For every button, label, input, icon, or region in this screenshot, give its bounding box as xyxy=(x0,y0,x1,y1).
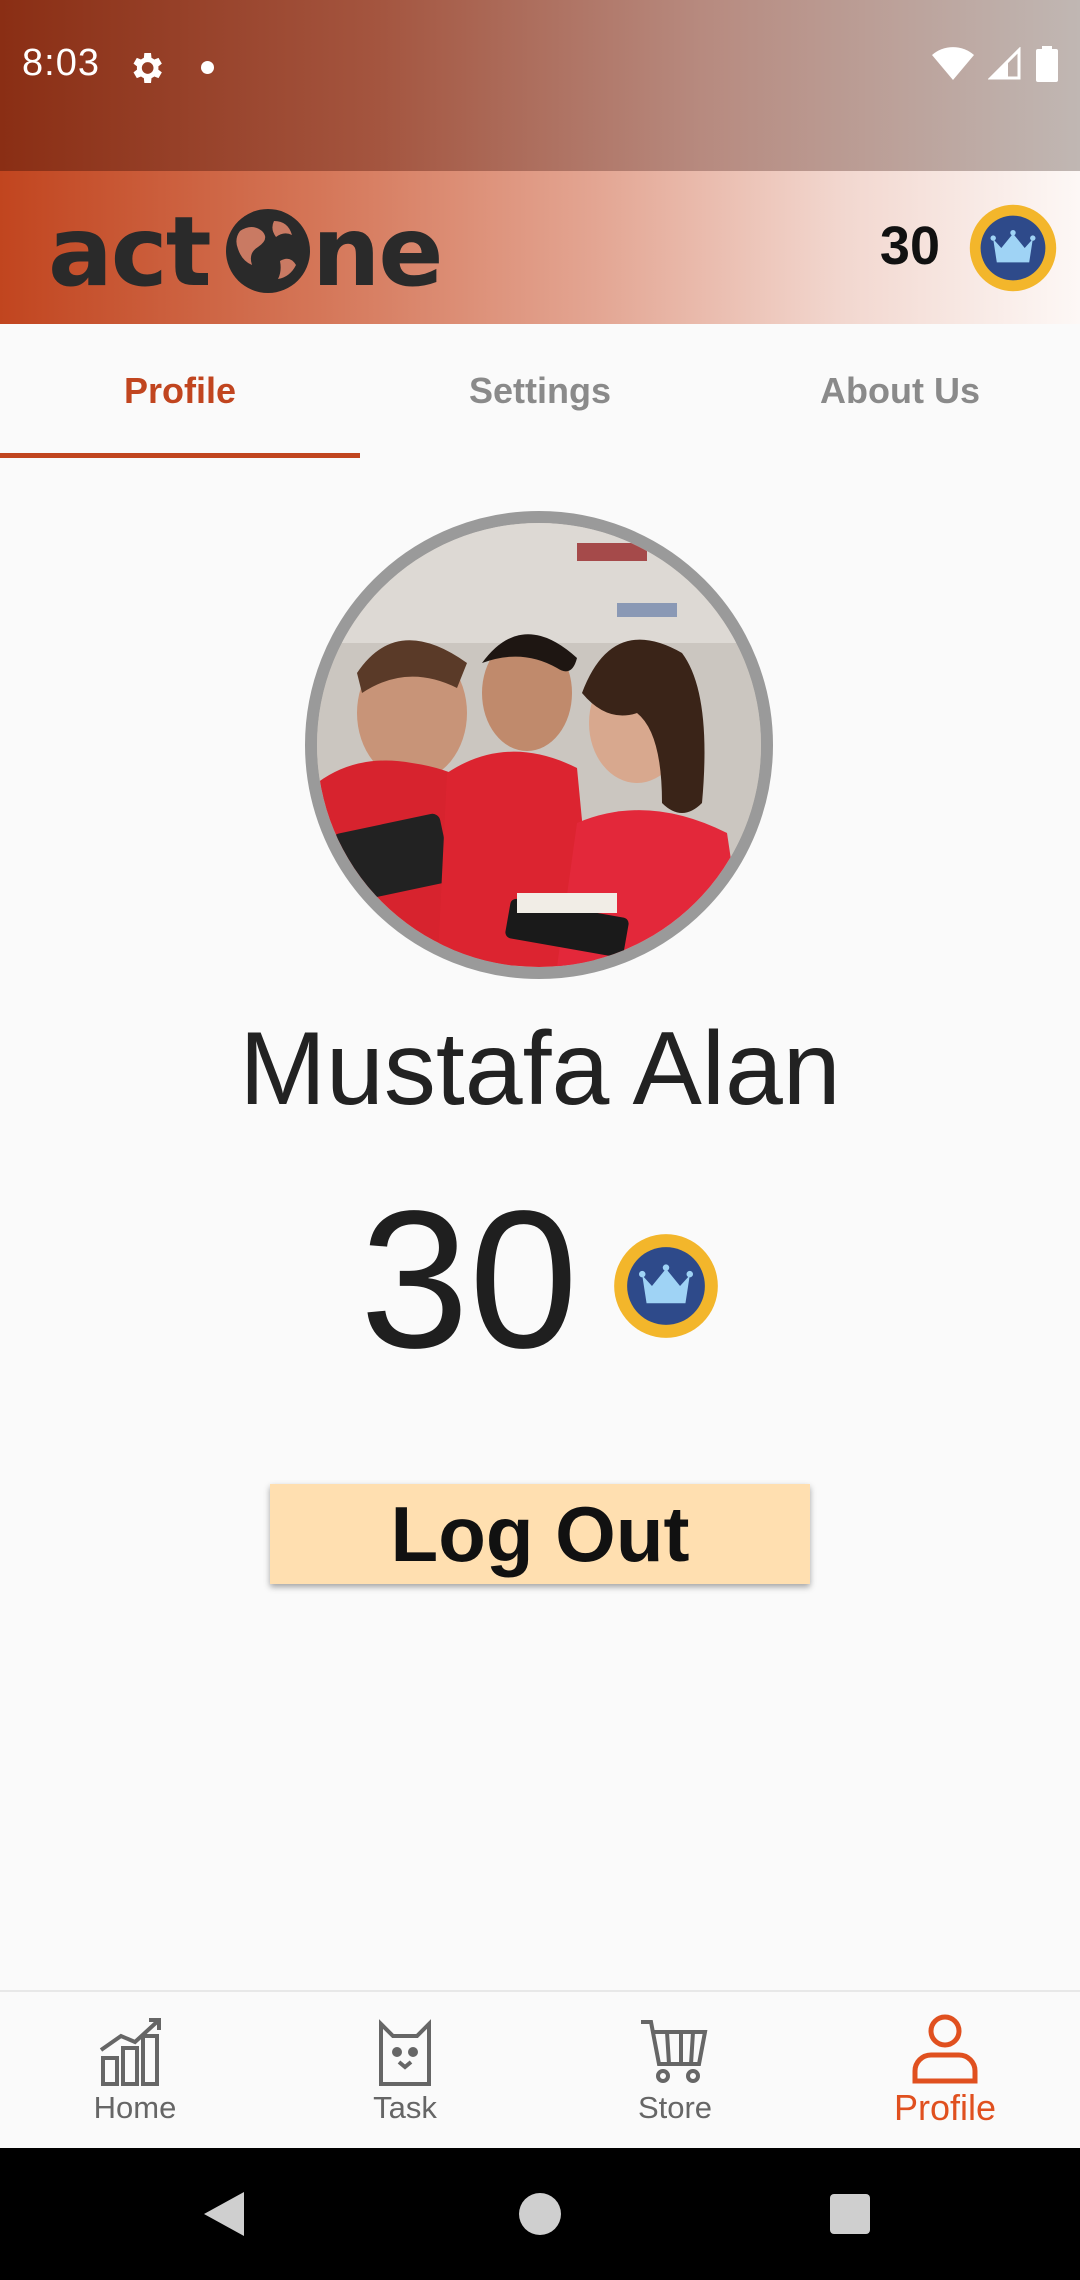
chart-growth-icon xyxy=(99,2018,161,2086)
settings-gear-icon xyxy=(133,53,162,83)
battery-icon xyxy=(1036,46,1058,82)
tab-settings[interactable]: Settings xyxy=(360,324,720,458)
avatar-photo xyxy=(317,523,761,967)
points-value: 30 xyxy=(360,1170,579,1389)
svg-text:act: act xyxy=(48,201,210,301)
nav-task[interactable]: Task xyxy=(270,1992,540,2148)
home-icon[interactable] xyxy=(519,2193,561,2235)
bottom-nav: Home Task Store Profile xyxy=(0,1990,1080,2148)
actone-logo: act ne xyxy=(48,201,443,301)
recent-apps-icon[interactable] xyxy=(830,2194,870,2234)
tab-about-us[interactable]: About Us xyxy=(720,324,1080,458)
back-icon[interactable] xyxy=(200,2188,248,2240)
tab-profile[interactable]: Profile xyxy=(0,324,360,458)
cat-task-icon xyxy=(379,2019,431,2086)
status-bar: 8:03 xyxy=(0,0,1080,171)
logout-button[interactable]: Log Out xyxy=(270,1484,810,1584)
status-time: 8:03 xyxy=(22,42,100,84)
nav-store[interactable]: Store xyxy=(540,1992,810,2148)
nav-home[interactable]: Home xyxy=(0,1992,270,2148)
cart-icon xyxy=(641,2020,708,2083)
status-indicators xyxy=(932,46,1058,82)
crown-coin-icon xyxy=(969,204,1057,292)
system-nav-bar xyxy=(0,2148,1080,2280)
nav-store-label: Store xyxy=(637,2090,713,2125)
svg-text:ne: ne xyxy=(312,201,441,301)
notification-dot-icon xyxy=(201,61,214,74)
points-row: 30 xyxy=(0,1170,1080,1390)
user-name: Mustafa Alan xyxy=(239,1011,841,1127)
nav-task-label: Task xyxy=(373,2090,437,2125)
nav-home-label: Home xyxy=(93,2090,177,2125)
header-coin-count: 30 xyxy=(879,216,940,276)
wifi-icon xyxy=(932,47,974,80)
profile-tabs: Profile Settings About Us xyxy=(0,324,1080,458)
crown-coin-icon xyxy=(614,1234,718,1338)
cell-signal-icon xyxy=(988,47,1021,80)
avatar[interactable] xyxy=(305,511,773,979)
nav-profile-label: Profile xyxy=(893,2087,997,2128)
app-header: act ne 30 xyxy=(0,171,1080,324)
person-icon xyxy=(912,2014,978,2084)
nav-profile[interactable]: Profile xyxy=(810,1992,1080,2148)
